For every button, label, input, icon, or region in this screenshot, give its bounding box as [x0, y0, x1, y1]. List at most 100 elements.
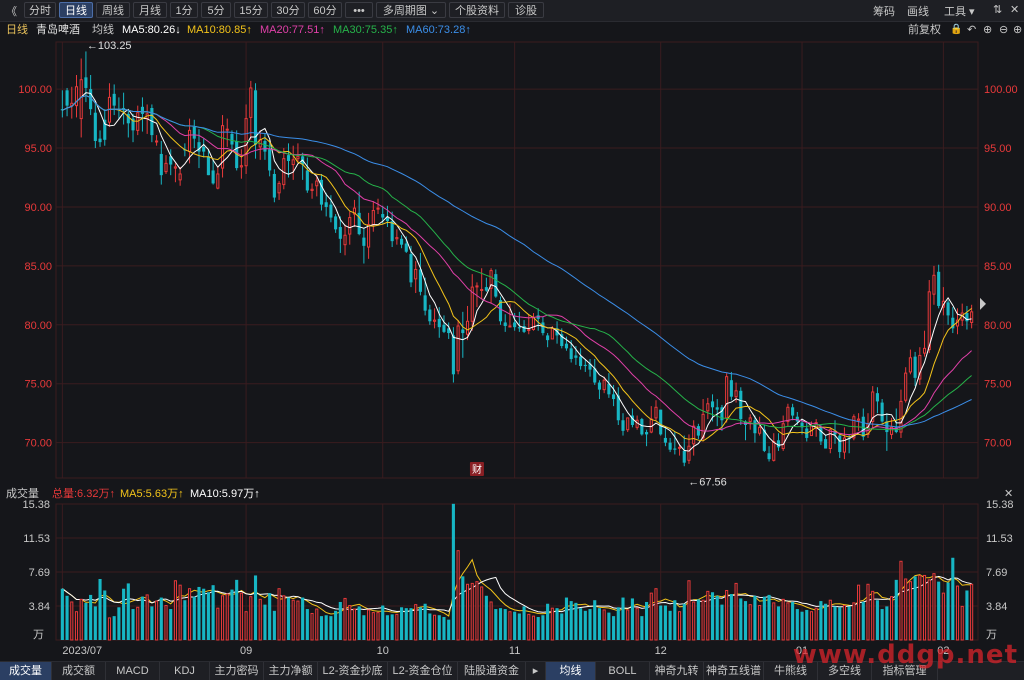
volume-bar — [630, 598, 634, 640]
candle-body — [828, 429, 832, 450]
candle-body — [475, 285, 479, 288]
candle-body — [758, 426, 762, 434]
candles[interactable] — [60, 51, 974, 467]
volume-bar — [710, 592, 715, 640]
candle-body — [371, 210, 375, 226]
volume-bar — [677, 611, 682, 641]
volume-bar — [842, 605, 846, 641]
candle-body — [310, 188, 314, 191]
indicator-tab-3[interactable]: KDJ — [160, 662, 210, 680]
candle-body — [734, 390, 738, 398]
volume-bar — [904, 578, 908, 641]
volume-bar — [404, 608, 408, 640]
candle-body — [428, 309, 432, 322]
candle-body — [696, 426, 700, 436]
indicator-tab-7[interactable]: L2-资金仓位 — [388, 662, 458, 680]
candle-body — [546, 335, 550, 341]
indicator-tab-2[interactable]: MACD — [106, 662, 160, 680]
volume-bar — [621, 597, 625, 640]
volume-bar — [244, 611, 248, 641]
candle-body — [612, 394, 616, 400]
indicator-tab-8[interactable]: 陆股通资金 — [458, 662, 526, 680]
volume-bar — [60, 588, 64, 640]
volume-bar — [965, 590, 969, 640]
candle-body — [173, 166, 177, 169]
kline-chart[interactable]: 70.00 70.00 75.00 75.00 80.00 80.00 85.00 85.00… — [0, 0, 1024, 661]
volume-bar — [583, 610, 587, 640]
volume-bar — [211, 585, 215, 640]
volume-tick-left: 7.69 — [29, 567, 50, 579]
candle-body — [414, 268, 418, 280]
indicator-tab-12[interactable]: 神奇九转 — [650, 662, 704, 680]
volume-bar — [136, 606, 140, 641]
candle-body — [188, 129, 192, 153]
volume-bar — [875, 600, 879, 640]
candle-body — [597, 382, 602, 390]
volume-bar — [451, 503, 455, 640]
volume-bar — [465, 583, 470, 641]
indicator-tab-5[interactable]: 主力净额 — [264, 662, 318, 680]
volume-bar — [418, 607, 422, 640]
volume-bar — [541, 615, 545, 640]
volume-bar — [456, 550, 460, 641]
volume-bar — [786, 602, 790, 641]
volume-bar — [852, 602, 856, 641]
volume-bar — [729, 594, 733, 640]
volume-bar — [301, 597, 305, 640]
volume-bar — [107, 617, 112, 641]
candle-body — [875, 393, 879, 402]
volume-bar — [385, 615, 389, 640]
volume-bar — [409, 608, 413, 640]
candle-body — [687, 445, 691, 461]
volume-bar — [927, 579, 931, 641]
volume-bar — [649, 592, 653, 641]
candle-body — [216, 173, 220, 189]
volume-bar — [414, 604, 418, 641]
indicator-tab-9[interactable]: ▸ — [526, 662, 546, 680]
candle-body — [329, 204, 333, 218]
indicator-tab-13[interactable]: 神奇五线谱 — [704, 662, 764, 680]
volume-bar — [692, 601, 696, 641]
candle-body — [395, 237, 399, 240]
candle-body — [776, 440, 781, 448]
lowest-price-label: ←67.56 — [688, 476, 727, 488]
volume-bar — [286, 597, 291, 640]
volume-bar — [795, 609, 799, 640]
candle-body — [970, 311, 974, 323]
volume-bar — [126, 583, 130, 640]
indicator-tab-0[interactable]: 成交量 — [0, 662, 52, 680]
volume-bar — [480, 586, 484, 641]
candle-body — [437, 318, 441, 328]
volume-bar — [461, 576, 465, 640]
candle-body — [334, 216, 338, 230]
volume-bar — [946, 582, 950, 640]
volume-bar — [597, 608, 602, 640]
candle-body — [668, 442, 672, 450]
candle-body — [682, 450, 686, 463]
candle-body — [404, 243, 408, 252]
candle-body — [286, 155, 291, 162]
volume-bar — [79, 598, 83, 641]
volume-bar — [315, 608, 319, 641]
volume-bar — [291, 599, 295, 641]
volume-bar — [616, 607, 620, 640]
price-tick-left: 80.00 — [24, 320, 52, 332]
volume-bar — [861, 601, 865, 640]
volume-bar — [489, 601, 493, 641]
x-axis-label: 09 — [240, 645, 252, 657]
volume-bar — [640, 616, 644, 640]
volume-bar — [899, 560, 903, 641]
indicator-tab-6[interactable]: L2-资金抄底 — [318, 662, 388, 680]
volume-bar — [885, 606, 889, 640]
volume-bar — [753, 595, 757, 640]
volume-bar — [475, 581, 479, 641]
volume-bar — [272, 610, 276, 640]
indicator-tab-10[interactable]: 均线 — [546, 662, 596, 680]
volume-bar — [225, 593, 229, 641]
volume-bar — [880, 609, 884, 640]
indicator-tab-11[interactable]: BOLL — [596, 662, 650, 680]
candle-body — [824, 439, 828, 449]
candle-body — [748, 417, 752, 422]
indicator-tab-4[interactable]: 主力密码 — [210, 662, 264, 680]
indicator-tab-1[interactable]: 成交额 — [52, 662, 106, 680]
